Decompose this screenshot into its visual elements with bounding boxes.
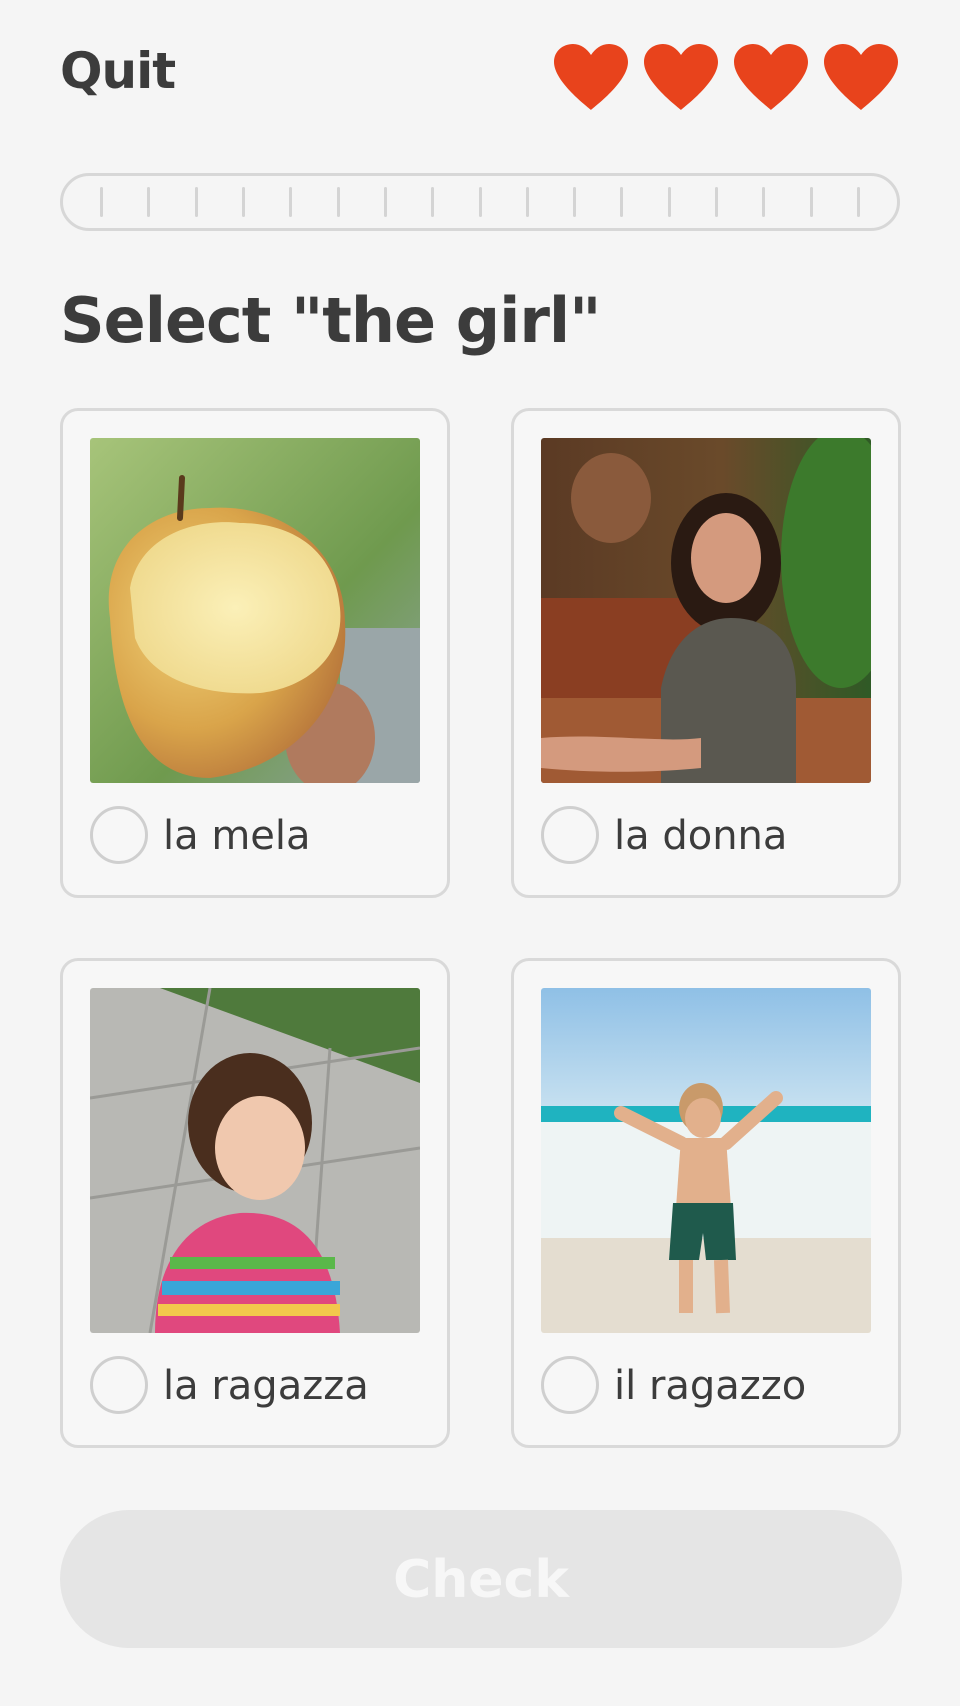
girl-photo <box>90 988 420 1333</box>
choice-card-il-ragazzo[interactable]: il ragazzo <box>511 958 901 1448</box>
progress-tick <box>620 187 624 217</box>
heart-icon <box>824 44 898 110</box>
heart-icon <box>644 44 718 110</box>
progress-tick <box>194 187 198 217</box>
progress-tick <box>241 187 245 217</box>
progress-tick <box>289 187 293 217</box>
woman-photo <box>541 438 871 783</box>
boy-photo <box>541 988 871 1333</box>
heart-icon <box>554 44 628 110</box>
lesson-progress-bar <box>60 173 900 231</box>
progress-tick <box>100 187 103 217</box>
progress-tick <box>336 187 340 217</box>
quit-button[interactable]: Quit <box>60 42 176 100</box>
heart-icon <box>734 44 808 110</box>
progress-tick <box>478 187 482 217</box>
check-button[interactable]: Check <box>60 1510 902 1648</box>
progress-tick <box>715 187 719 217</box>
choice-card-la-ragazza[interactable]: la ragazza <box>60 958 450 1448</box>
progress-tick <box>431 187 435 217</box>
hearts-bar <box>550 42 902 112</box>
choice-card-la-mela[interactable]: la mela <box>60 408 450 898</box>
progress-tick <box>809 187 813 217</box>
progress-tick <box>857 187 860 217</box>
choice-label: il ragazzo <box>614 1363 807 1409</box>
choice-label: la mela <box>163 813 311 859</box>
progress-ticks <box>100 187 860 217</box>
progress-tick <box>383 187 387 217</box>
question-prompt: Select "the girl" <box>60 284 601 357</box>
choice-card-la-donna[interactable]: la donna <box>511 408 901 898</box>
choice-radio[interactable] <box>541 1356 599 1414</box>
choice-label: la donna <box>614 813 788 859</box>
progress-tick <box>573 187 577 217</box>
progress-tick <box>525 187 529 217</box>
apple-photo <box>90 438 420 783</box>
choice-radio[interactable] <box>90 1356 148 1414</box>
progress-tick <box>762 187 766 217</box>
lesson-screen: Quit Select "the girl" la mela la donna … <box>0 0 960 1706</box>
choice-label: la ragazza <box>163 1363 369 1409</box>
progress-tick <box>667 187 671 217</box>
progress-tick <box>147 187 151 217</box>
choice-radio[interactable] <box>90 806 148 864</box>
choice-radio[interactable] <box>541 806 599 864</box>
